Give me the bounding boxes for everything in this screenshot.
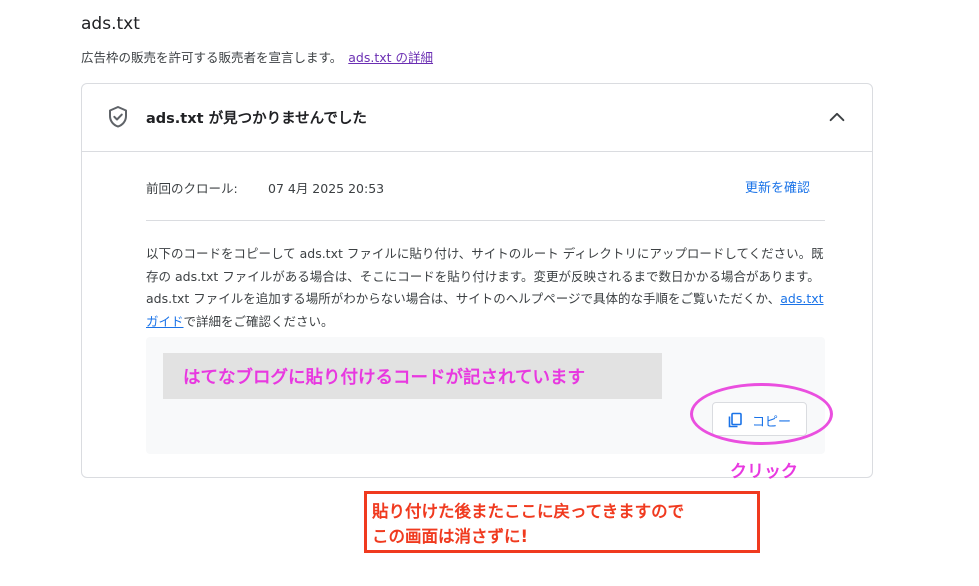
check-for-updates-link[interactable]: 更新を確認	[745, 177, 810, 196]
warning-annotation-box: 貼り付けた後またここに戻ってきますので この画面は消さずに!	[364, 491, 760, 553]
instructions-part-1: 以下のコードをコピーして ads.txt ファイルに貼り付け、サイトのルート デ…	[146, 246, 824, 306]
section-subtitle-text: 広告枠の販売を許可する販売者を宣言します。	[81, 50, 343, 65]
click-annotation: クリック	[730, 462, 798, 482]
card-header[interactable]: ads.txt が見つかりませんでした	[82, 84, 872, 152]
shield-check-icon	[109, 106, 127, 128]
instructions-text: 以下のコードをコピーして ads.txt ファイルに貼り付け、サイトのルート デ…	[146, 243, 826, 333]
section-title: ads.txt	[81, 14, 140, 34]
instructions-part-2: で詳細をご確認ください。	[183, 313, 334, 329]
redacted-code-area: はてなブログに貼り付けるコードが記されています	[163, 353, 662, 399]
status-title: ads.txt が見つかりませんでした	[146, 111, 367, 127]
section-subtitle: 広告枠の販売を許可する販売者を宣言します。 ads.txt の詳細	[81, 47, 433, 66]
chevron-up-icon[interactable]	[826, 106, 848, 128]
divider	[146, 220, 825, 221]
ads-txt-details-link[interactable]: ads.txt の詳細	[348, 50, 433, 65]
highlight-oval	[690, 383, 833, 445]
last-crawl-label: 前回のクロール:	[146, 181, 238, 196]
warning-line-1: 貼り付けた後またここに戻ってきますので	[372, 502, 685, 521]
last-crawl-value: 07 4月 2025 20:53	[268, 181, 385, 196]
warning-line-2: この画面は消さずに!	[372, 527, 529, 546]
code-annotation: はてなブログに貼り付けるコードが記されています	[183, 368, 585, 388]
